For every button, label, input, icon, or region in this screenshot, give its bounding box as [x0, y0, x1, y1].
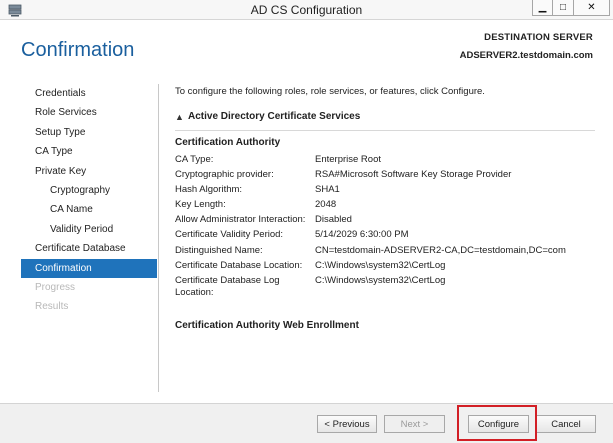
nav-item-private-key[interactable]: Private Key: [21, 162, 157, 181]
property-key: Certificate Validity Period:: [175, 229, 284, 241]
nav-item-cryptography[interactable]: Cryptography: [21, 181, 157, 200]
wizard-nav: Credentials Role Services Setup Type CA Typ…: [21, 84, 157, 317]
ca-heading: Certification Authority: [175, 137, 281, 148]
window-title: AD CS Configuration: [250, 3, 363, 17]
property-row: Certificate Validity Period: 5/14/2029 6:…: [175, 229, 595, 240]
close-icon: ✕: [587, 2, 596, 13]
nav-item-setup-type[interactable]: Setup Type: [21, 123, 157, 142]
property-key: Certificate Database Location:: [175, 259, 303, 271]
nav-item-confirmation[interactable]: Confirmation: [21, 258, 157, 278]
property-row: Certificate Database Log Location: C:\Win…: [175, 275, 595, 299]
close-button[interactable]: ✕: [574, 0, 610, 16]
property-value: RSA#Microsoft Software Key Storage Provi…: [315, 169, 512, 181]
nav-item-results: Results: [35, 301, 69, 313]
property-row: Certificate Database Location: C:\Windows…: [175, 260, 595, 271]
page-title: Confirmation: [21, 39, 135, 61]
property-row: Allow Administrator Interaction: Disabled: [175, 214, 595, 225]
maximize-button[interactable]: □: [553, 0, 574, 16]
property-row: Key Length: 2048: [175, 199, 595, 210]
minimize-button[interactable]: ▁: [532, 0, 553, 16]
property-value: 5/14/2029 6:30:00 PM: [315, 229, 409, 241]
nav-item-ca-type[interactable]: CA Type: [21, 142, 157, 161]
nav-item-validity-period[interactable]: Validity Period: [21, 220, 157, 239]
property-value: 2048: [315, 199, 337, 211]
property-key: Allow Administrator Interaction:: [175, 214, 306, 226]
collapse-caret-icon: ▲: [175, 111, 184, 122]
cancel-button[interactable]: Cancel: [536, 415, 596, 433]
configure-highlight-box: [457, 405, 537, 441]
maximize-icon: □: [559, 2, 567, 13]
title-bar: AD CS Configuration ▁ □ ✕: [0, 0, 613, 20]
property-value: CN=testdomain-ADSERVER2-CA,DC=testdomain…: [315, 244, 566, 256]
destination-server-label: DESTINATION SERVER: [484, 32, 593, 43]
property-value: C:\Windows\system32\CertLog: [315, 259, 446, 271]
property-key: Certificate Database Log Location:: [175, 274, 280, 298]
property-value: SHA1: [315, 184, 340, 196]
section-toggle-adcs[interactable]: ▲ Active Directory Certificate Services: [175, 111, 360, 122]
nav-item-progress: Progress: [35, 281, 76, 293]
ca-properties: CA Type: Enterprise Root Cryptographic pro…: [175, 154, 595, 303]
property-row: Cryptographic provider: RSA#Microsoft Sof…: [175, 169, 595, 180]
property-value: Disabled: [315, 214, 352, 226]
property-row: CA Type: Enterprise Root: [175, 154, 595, 165]
web-enrollment-heading: Certification Authority Web Enrollment: [175, 320, 359, 331]
section-divider: [175, 130, 595, 131]
property-key: Key Length:: [175, 199, 226, 211]
property-key: Distinguished Name:: [175, 244, 263, 256]
nav-item-role-services[interactable]: Role Services: [21, 103, 157, 122]
section-title: Active Directory Certificate Services: [188, 111, 361, 122]
property-row: Hash Algorithm: SHA1: [175, 184, 595, 195]
next-button[interactable]: Next >: [384, 415, 445, 433]
intro-text: To configure the following roles, role s…: [175, 86, 485, 97]
confirmation-content: To configure the following roles, role s…: [175, 86, 595, 331]
property-row: Distinguished Name: CN=testdomain-ADSERVE…: [175, 245, 595, 256]
nav-item-credentials[interactable]: Credentials: [21, 84, 157, 103]
property-value: C:\Windows\system32\CertLog: [315, 274, 446, 286]
property-key: Cryptographic provider:: [175, 169, 274, 181]
nav-item-ca-name[interactable]: CA Name: [21, 200, 157, 219]
nav-divider: [158, 84, 159, 392]
destination-server-name: ADSERVER2.testdomain.com: [459, 50, 593, 61]
nav-item-certificate-database[interactable]: Certificate Database: [21, 239, 157, 258]
property-value: Enterprise Root: [315, 154, 382, 165]
previous-button[interactable]: < Previous: [317, 415, 377, 433]
minimize-icon: ▁: [538, 2, 547, 13]
property-key: CA Type:: [175, 154, 214, 165]
property-key: Hash Algorithm:: [175, 184, 243, 196]
